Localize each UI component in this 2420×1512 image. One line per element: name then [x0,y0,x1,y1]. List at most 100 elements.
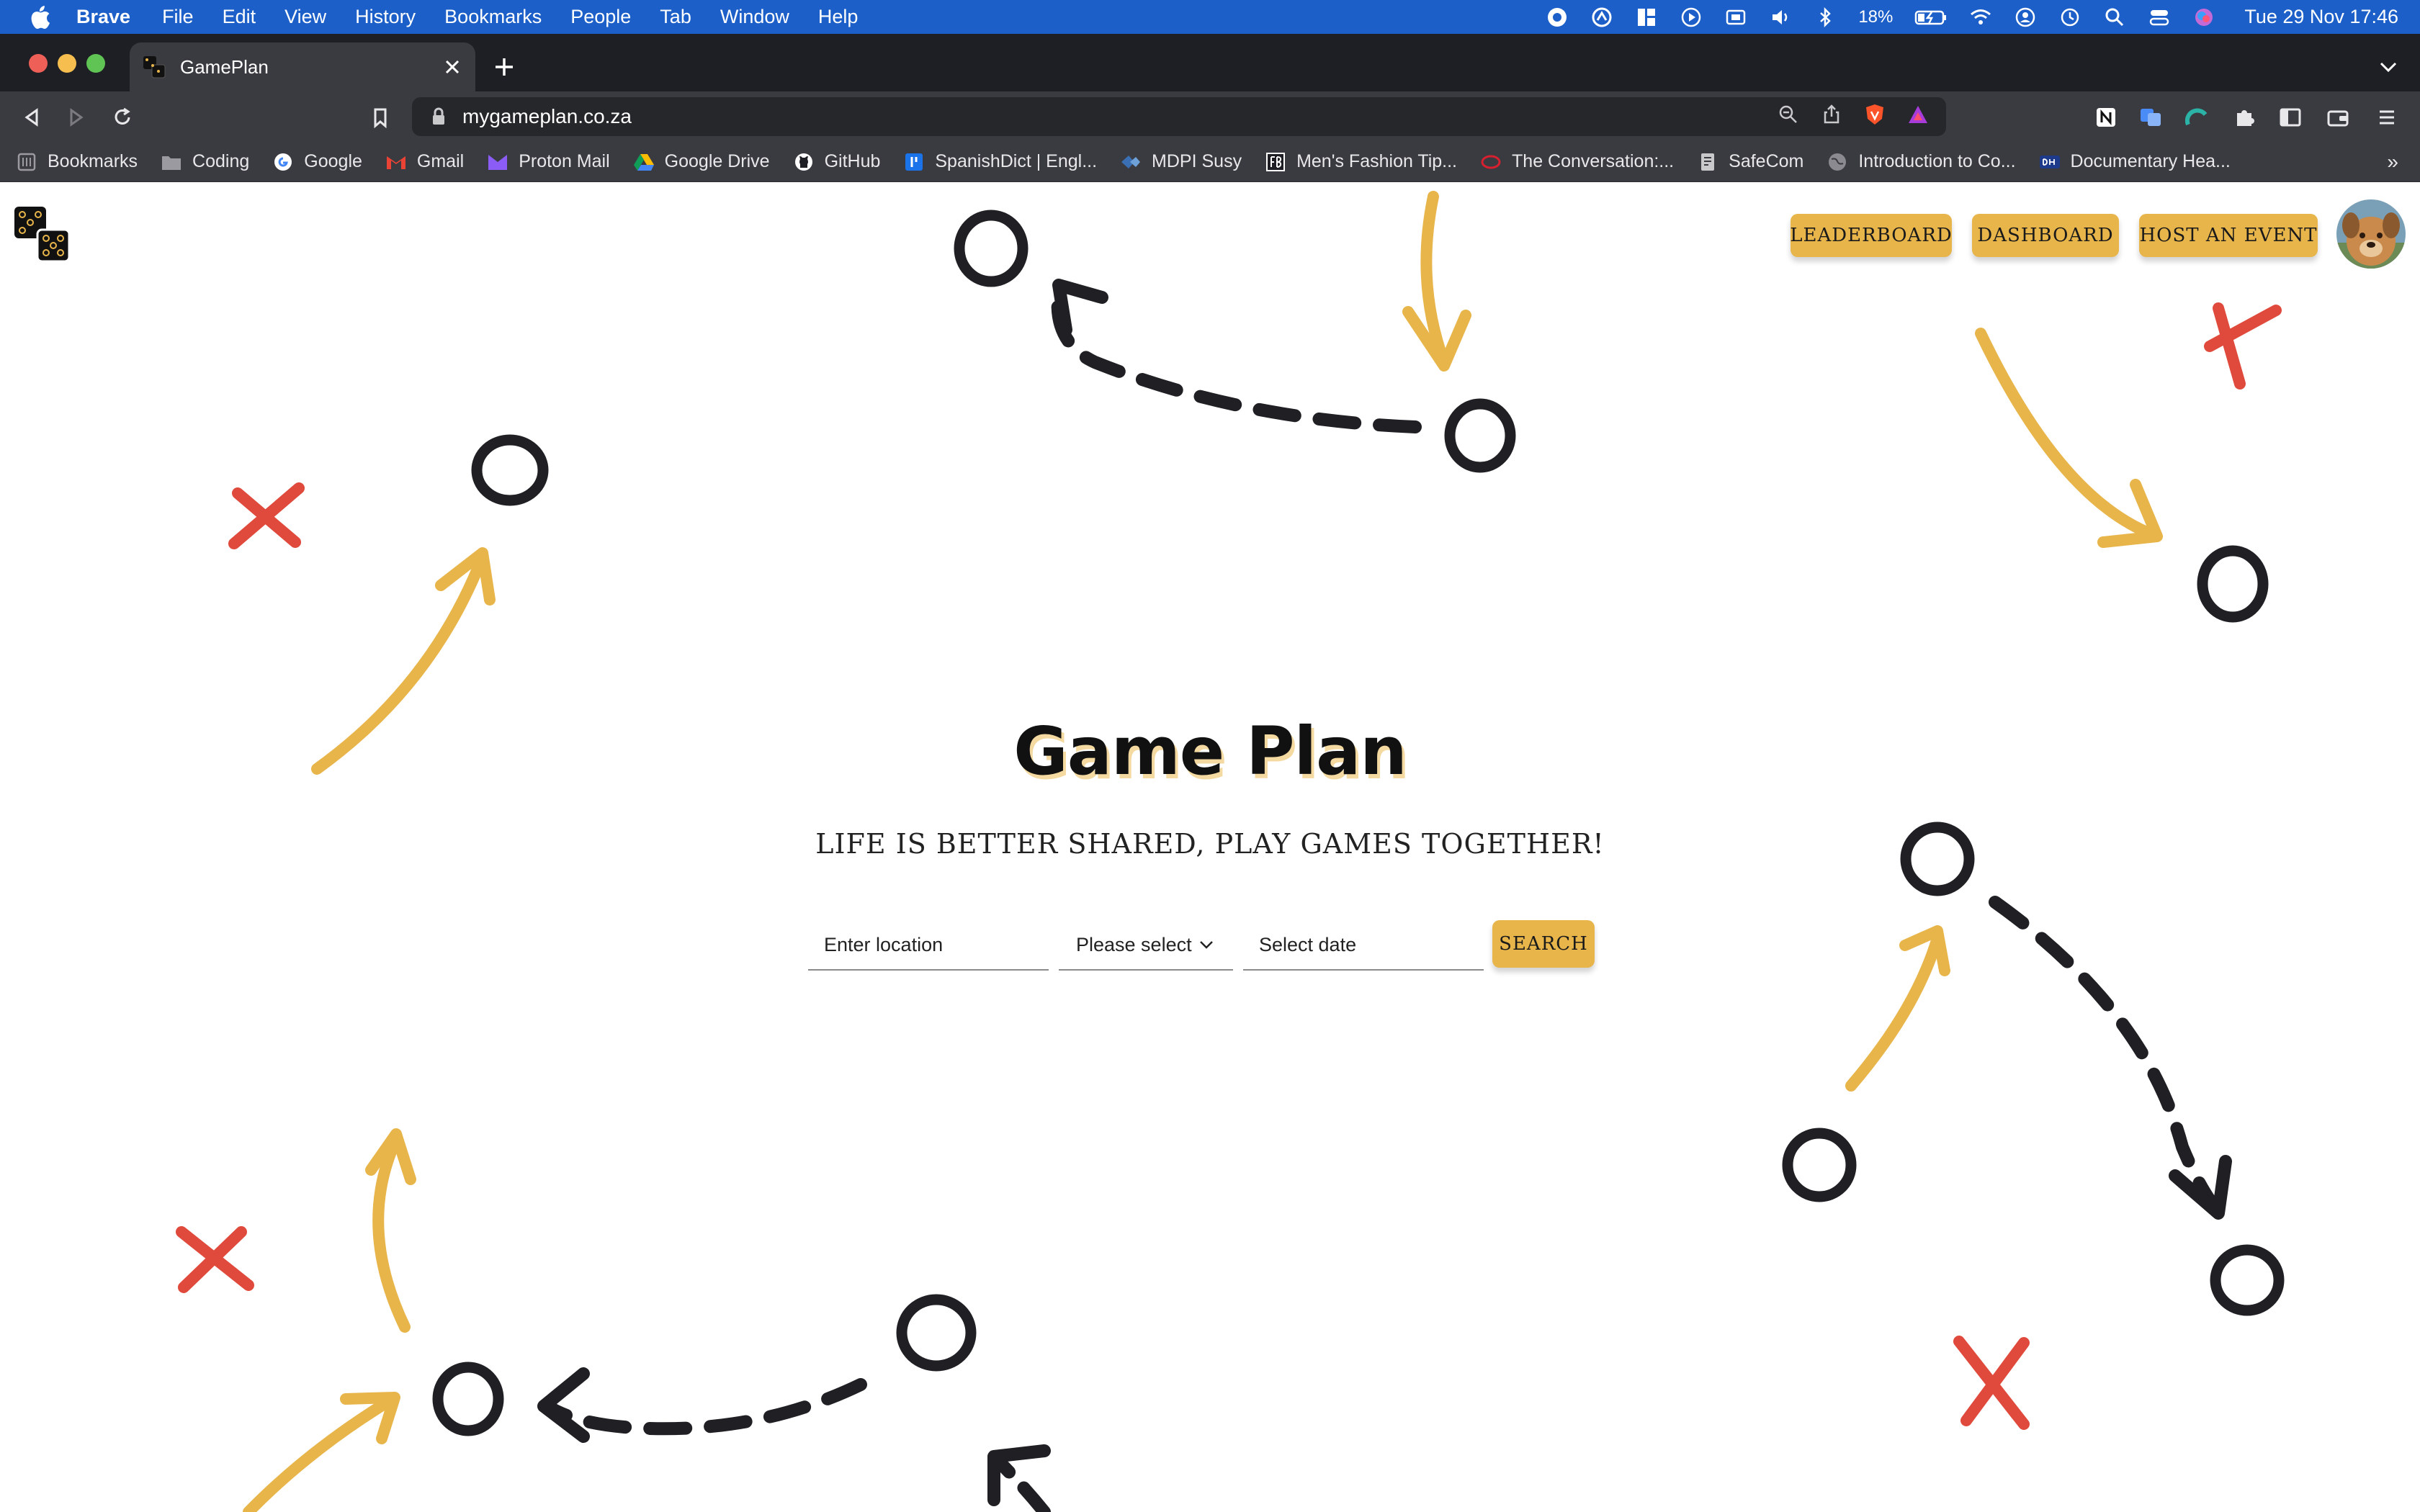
tagline: LIFE IS BETTER SHARED, PLAY GAMES TOGETH… [815,828,1605,860]
more-bookmarks-icon[interactable]: » [2387,150,2398,174]
volume-icon[interactable] [1769,6,1792,29]
game-select[interactable]: Please select [1059,920,1233,971]
host-event-button[interactable]: HOST AN EVENT [2139,214,2318,257]
sidebar-icon[interactable] [2276,103,2305,132]
chevron-down-icon [1199,940,1214,950]
menu-edit[interactable]: Edit [223,6,256,28]
bookmark-google-drive[interactable]: Google Drive [633,151,770,173]
bookmark-bookmarks[interactable]: Bookmarks [16,151,138,173]
browser-toolbar: mygameplan.co.za [0,91,2420,142]
menu-window[interactable]: Window [720,6,789,28]
menu-tab[interactable]: Tab [660,6,691,28]
tab-search-chevron-icon[interactable] [2375,54,2401,80]
conversation-icon [1480,151,1502,173]
x-mark-icon [176,1226,254,1293]
bookmark-label: SafeCom [1729,151,1804,171]
bookmark-label: SpanishDict | Engl... [935,151,1098,171]
location-input[interactable] [808,920,1049,971]
globe-icon [1827,151,1848,173]
bookmark-coding[interactable]: Coding [161,151,249,173]
back-icon[interactable] [17,103,46,132]
apple-icon[interactable] [24,2,55,32]
menu-history[interactable]: History [355,6,416,28]
dashboard-button[interactable]: DASHBOARD [1972,214,2119,257]
bookmark-google[interactable]: Google [272,151,362,173]
reload-icon[interactable] [108,103,137,132]
tab-gameplan[interactable]: GamePlan [130,42,475,91]
circle-mark-icon [2197,545,2269,623]
siri-icon[interactable] [2192,6,2215,29]
bookmark-introduction[interactable]: Introduction to Co... [1827,151,2016,173]
menu-app-name[interactable]: Brave [76,6,130,28]
menu-clock[interactable]: Tue 29 Nov 17:46 [2244,6,2398,28]
bookmark-label: Google Drive [664,151,770,171]
vpn-icon[interactable] [1590,6,1613,29]
window-layout-icon[interactable] [1635,6,1658,29]
dice-logo-icon[interactable] [13,205,71,263]
fashion-icon [1265,151,1286,173]
grammar-extension-icon[interactable] [2182,103,2211,132]
bookmark-spanishdict[interactable]: SpanishDict | Engl... [903,151,1097,173]
wallet-icon[interactable] [2323,103,2352,132]
bluetooth-icon[interactable] [1814,6,1837,29]
minimize-window-button[interactable] [58,54,76,73]
control-center-icon[interactable] [2148,6,2171,29]
gold-arrow-icon [365,1128,416,1333]
bookmark-label: Documentary Hea... [2070,151,2231,171]
address-bar[interactable]: mygameplan.co.za [412,97,1946,136]
forward-icon[interactable] [62,103,91,132]
menu-people[interactable]: People [570,6,631,28]
record-icon[interactable] [1546,6,1569,29]
wifi-icon[interactable] [1969,6,1992,29]
bookmark-safecom[interactable]: SafeCom [1697,151,1803,173]
spotlight-icon[interactable] [2103,6,2126,29]
translate-extension-icon[interactable] [2136,103,2165,132]
bookmarks-icon [16,151,37,173]
bookmark-mdpi[interactable]: MDPI Susy [1120,151,1242,173]
address-bar-actions [1778,103,1929,131]
search-button[interactable]: SEARCH [1492,920,1595,968]
dashed-arrow-icon [987,1444,1051,1512]
time-machine-icon[interactable] [2058,6,2081,29]
zoom-window-button[interactable] [86,54,105,73]
user-icon[interactable] [2014,6,2037,29]
menu-bookmarks[interactable]: Bookmarks [444,6,542,28]
display-icon[interactable] [1724,6,1747,29]
date-input[interactable] [1243,920,1484,971]
brave-shields-icon[interactable] [1864,103,1886,131]
bookmark-gmail[interactable]: Gmail [385,151,464,173]
share-icon[interactable] [1821,104,1842,130]
leaderboard-button[interactable]: LEADERBOARD [1790,214,1952,257]
bookmark-the-conversation[interactable]: The Conversation:... [1480,151,1674,173]
play-icon[interactable] [1680,6,1703,29]
menu-view[interactable]: View [284,6,326,28]
bookmark-documentary[interactable]: Documentary Hea... [2039,151,2231,173]
new-tab-icon[interactable] [490,53,519,81]
avatar[interactable] [2336,199,2406,269]
brave-rewards-icon[interactable] [1907,104,1929,130]
zoom-icon[interactable] [1778,104,1799,130]
tab-title: GamePlan [180,55,269,78]
bookmark-mens-fashion[interactable]: Men's Fashion Tip... [1265,151,1457,173]
close-window-button[interactable] [29,54,48,73]
drive-icon [633,151,655,173]
bookmark-label: Men's Fashion Tip... [1296,151,1458,171]
menu-hamburger-icon[interactable] [2372,103,2401,132]
google-icon [272,151,294,173]
close-tab-icon[interactable] [439,54,465,80]
spanishdict-icon [903,151,925,173]
menu-help[interactable]: Help [818,6,859,28]
bookmark-proton-mail[interactable]: Proton Mail [487,151,610,173]
menu-file[interactable]: File [162,6,194,28]
battery-percent: 18% [1858,6,1894,27]
notion-extension-icon[interactable] [2092,103,2120,132]
extensions-puzzle-icon[interactable] [2230,103,2259,132]
gold-arrow-icon [243,1392,400,1512]
bookmark-label: Bookmarks [48,151,138,171]
status-area: 18% Tue 29 Nov 17:46 [1546,0,2398,34]
bookmark-page-icon[interactable] [366,103,395,132]
battery-icon[interactable] [1914,6,1948,29]
lock-icon[interactable] [428,106,449,127]
bookmark-label: Google [304,151,362,171]
bookmark-github[interactable]: GitHub [793,151,880,173]
